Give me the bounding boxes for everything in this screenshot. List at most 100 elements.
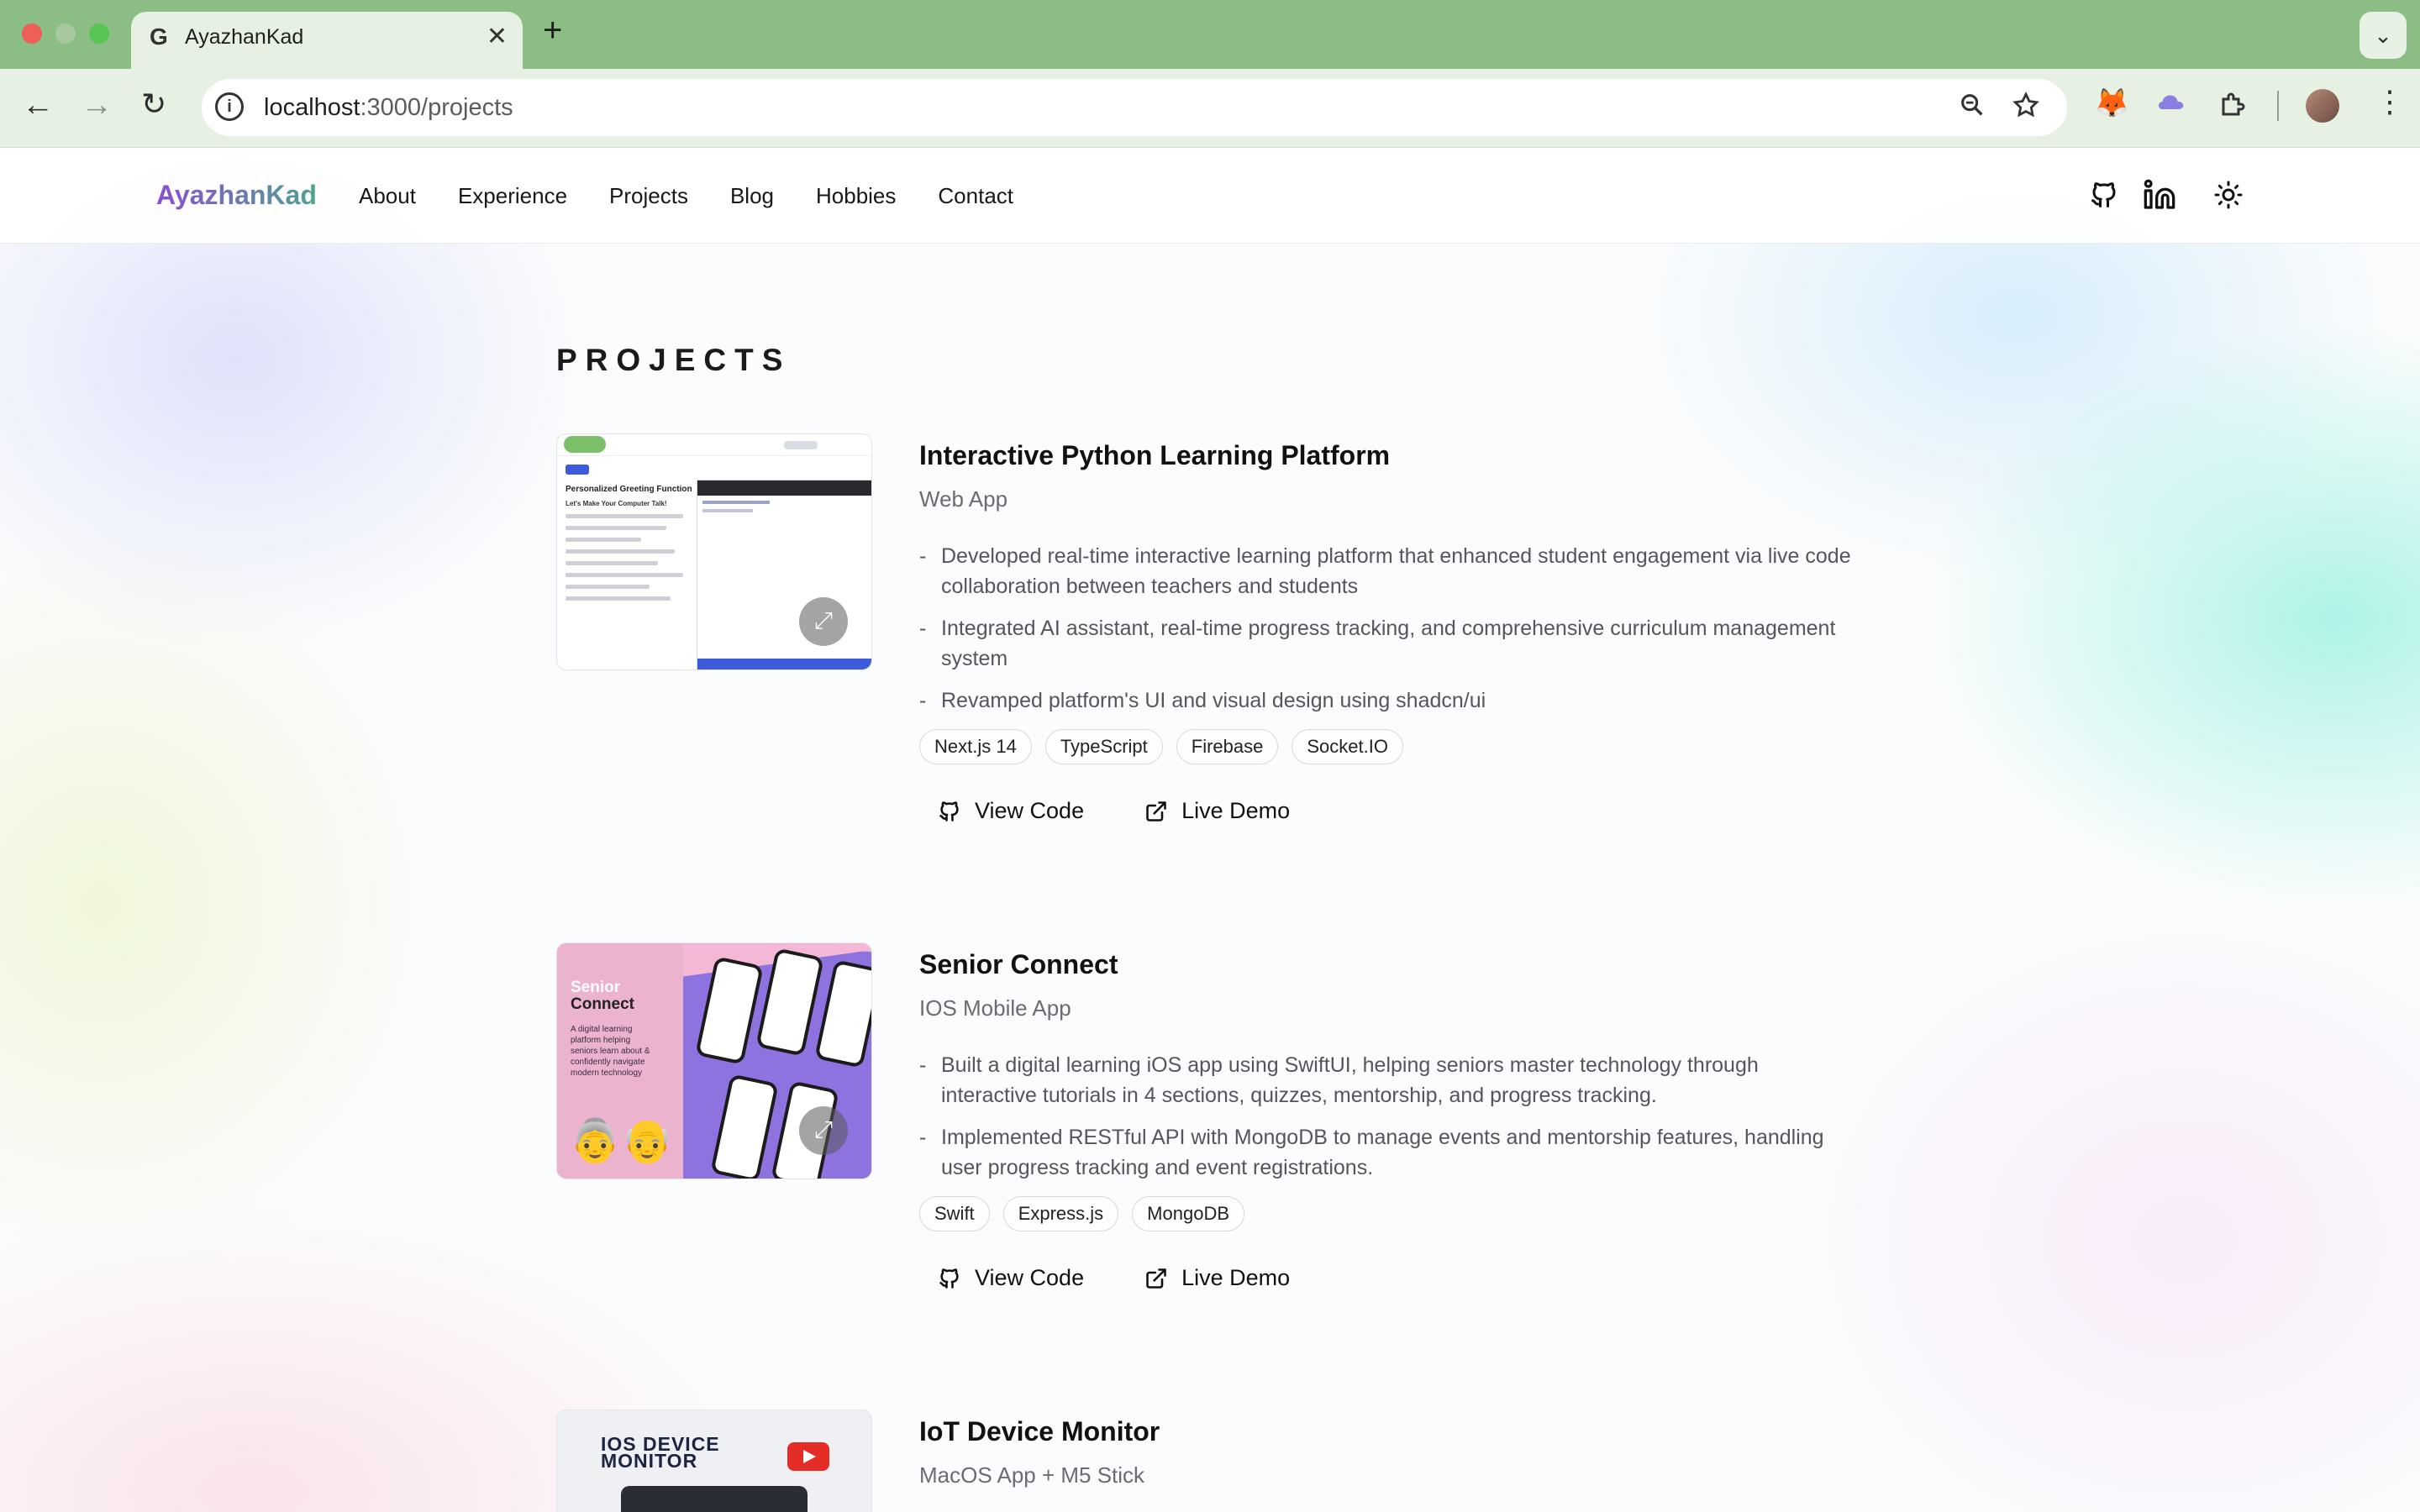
browser-toolbar: ← → ↻ i localhost:3000/projects 🦊 ⋮ (0, 69, 2420, 148)
tech-tag: MongoDB (1132, 1196, 1245, 1231)
project-subtitle: MacOS App + M5 Stick (919, 1462, 1145, 1488)
site-info-icon[interactable]: i (215, 92, 244, 121)
project-thumbnail[interactable]: Senior Connect A digital learning platfo… (556, 942, 872, 1179)
profile-avatar[interactable] (2306, 89, 2339, 123)
maximize-window-button[interactable] (89, 24, 109, 44)
project-subtitle: Web App (919, 486, 1008, 512)
more-options-icon[interactable]: ⋮ (2375, 84, 2405, 119)
bookmark-star-icon[interactable] (2012, 91, 2040, 126)
thumb-description: A digital learning platform helping seni… (571, 1025, 650, 1078)
project-card: IOS DEVICE MONITOR IoT Device Monitor Ma… (556, 1410, 1850, 1512)
project-links: View Code Live Demo (919, 1265, 1852, 1291)
live-demo-label: Live Demo (1181, 1265, 1291, 1290)
forward-arrow-icon[interactable]: → (81, 89, 113, 121)
project-title: Interactive Python Learning Platform (919, 440, 1391, 470)
page-title: PROJECTS (556, 343, 792, 377)
project-bullet: Revamped platform's UI and visual design… (919, 685, 1852, 716)
new-tab-plus-icon[interactable]: + (543, 13, 562, 47)
project-bullet: Built a digital learning iOS app using S… (919, 1050, 1852, 1110)
thumb-title-line-2: Connect (571, 995, 634, 1013)
tech-tags: Next.js 14 TypeScript Firebase Socket.IO (919, 729, 1852, 764)
thumb-subheading: Let's Make Your Computer Talk! (566, 500, 667, 507)
thumb-title: IOS DEVICE MONITOR (601, 1433, 720, 1472)
extensions-puzzle-icon[interactable] (2218, 89, 2249, 124)
address-bar[interactable]: i localhost:3000/projects (202, 79, 2067, 136)
thumb-logo (564, 436, 606, 453)
live-demo-button[interactable]: Live Demo (1144, 798, 1290, 824)
thumb-title-line-1: Senior (571, 979, 621, 996)
project-card: Senior Connect A digital learning platfo… (556, 942, 1850, 1362)
thumb-text-line (566, 585, 650, 589)
extension-cloud-icon[interactable] (2156, 89, 2186, 124)
project-card: Personalized Greeting Function Let's Mak… (556, 433, 1852, 887)
thumb-text-line (566, 561, 658, 565)
thumb-instructions: Personalized Greeting Function Let's Mak… (566, 465, 702, 608)
project-thumbnail[interactable]: Personalized Greeting Function Let's Mak… (556, 433, 872, 670)
thumb-text-panel: Senior Connect A digital learning platfo… (557, 943, 683, 1179)
github-icon (939, 1268, 959, 1289)
site-logo[interactable]: AyazhanKad (156, 180, 317, 211)
url-text[interactable]: localhost:3000/projects (264, 94, 513, 122)
nav-blog[interactable]: Blog (730, 183, 774, 209)
site-header: AyazhanKad About Experience Projects Blo… (0, 148, 2420, 244)
project-thumbnail[interactable]: IOS DEVICE MONITOR (556, 1410, 872, 1512)
project-title: Senior Connect (919, 949, 1118, 979)
tech-tag: TypeScript (1044, 729, 1163, 764)
tech-tag: Socket.IO (1292, 729, 1403, 764)
view-code-label: View Code (975, 1265, 1085, 1290)
live-demo-label: Live Demo (1181, 798, 1291, 823)
thumb-editor-toolbar (697, 480, 871, 496)
project-details: Senior Connect IOS Mobile App Built a di… (919, 942, 1852, 1291)
minimize-window-button[interactable] (55, 24, 76, 44)
thumb-text-line (566, 514, 683, 518)
thumb-text-line (566, 526, 666, 530)
nav-projects[interactable]: Projects (609, 183, 688, 209)
chevron-down-icon[interactable]: ⌄ (2360, 12, 2407, 59)
view-code-button[interactable]: View Code (938, 798, 1084, 824)
nav-about[interactable]: About (359, 183, 416, 209)
thumb-text-line (566, 596, 671, 601)
tech-tag: Firebase (1176, 729, 1279, 764)
thumb-device (621, 1486, 808, 1512)
browser-tab-active[interactable]: G AyazhanKad ✕ (131, 12, 523, 69)
nav-contact[interactable]: Contact (938, 183, 1013, 209)
toolbar-separator (2277, 91, 2279, 121)
github-icon (939, 801, 959, 822)
thumb-navbar (557, 434, 871, 456)
linkedin-icon[interactable] (2143, 178, 2176, 216)
close-icon[interactable]: ✕ (487, 22, 508, 51)
back-arrow-icon[interactable]: ← (22, 89, 54, 121)
thumb-heading: Personalized Greeting Function (566, 485, 692, 494)
close-window-button[interactable] (22, 24, 42, 44)
thumb-nav-pill (784, 441, 818, 449)
theme-toggle-sun-icon[interactable] (2213, 178, 2244, 216)
metamask-fox-icon[interactable]: 🦊 (2094, 89, 2129, 118)
tech-tags: Swift Express.js MongoDB (919, 1196, 1852, 1231)
thumb-code-line (702, 509, 753, 512)
thumb-text-line (566, 538, 641, 542)
external-link-icon (1146, 801, 1166, 822)
project-subtitle: IOS Mobile App (919, 995, 1071, 1021)
project-bullet: Developed real-time interactive learning… (919, 541, 1852, 601)
thumb-button (566, 465, 589, 475)
nav-experience[interactable]: Experience (458, 183, 567, 209)
reload-icon[interactable]: ↻ (141, 89, 166, 119)
project-title: IoT Device Monitor (919, 1416, 1160, 1446)
project-bullet: Implemented RESTful API with MongoDB to … (919, 1122, 1852, 1183)
github-icon[interactable] (2089, 178, 2119, 216)
tech-tag: Express.js (1002, 1196, 1119, 1231)
zoom-magnifier-icon[interactable] (1958, 91, 1986, 126)
project-bullets: Built a digital learning iOS app using S… (919, 1050, 1852, 1183)
view-code-label: View Code (975, 798, 1085, 823)
expand-image-icon[interactable]: ⤢ (799, 597, 848, 646)
page-content: AyazhanKad About Experience Projects Blo… (0, 148, 2420, 1512)
project-details: Interactive Python Learning Platform Web… (919, 433, 1852, 824)
thumb-editor-footer (697, 659, 871, 669)
thumb-text-line (566, 549, 675, 554)
thumb-text-line (566, 573, 683, 577)
tab-favicon-icon: G (150, 24, 168, 50)
live-demo-button[interactable]: Live Demo (1144, 1265, 1290, 1291)
view-code-button[interactable]: View Code (938, 1265, 1084, 1291)
nav-hobbies[interactable]: Hobbies (816, 183, 896, 209)
expand-image-icon[interactable]: ⤢ (799, 1106, 848, 1155)
